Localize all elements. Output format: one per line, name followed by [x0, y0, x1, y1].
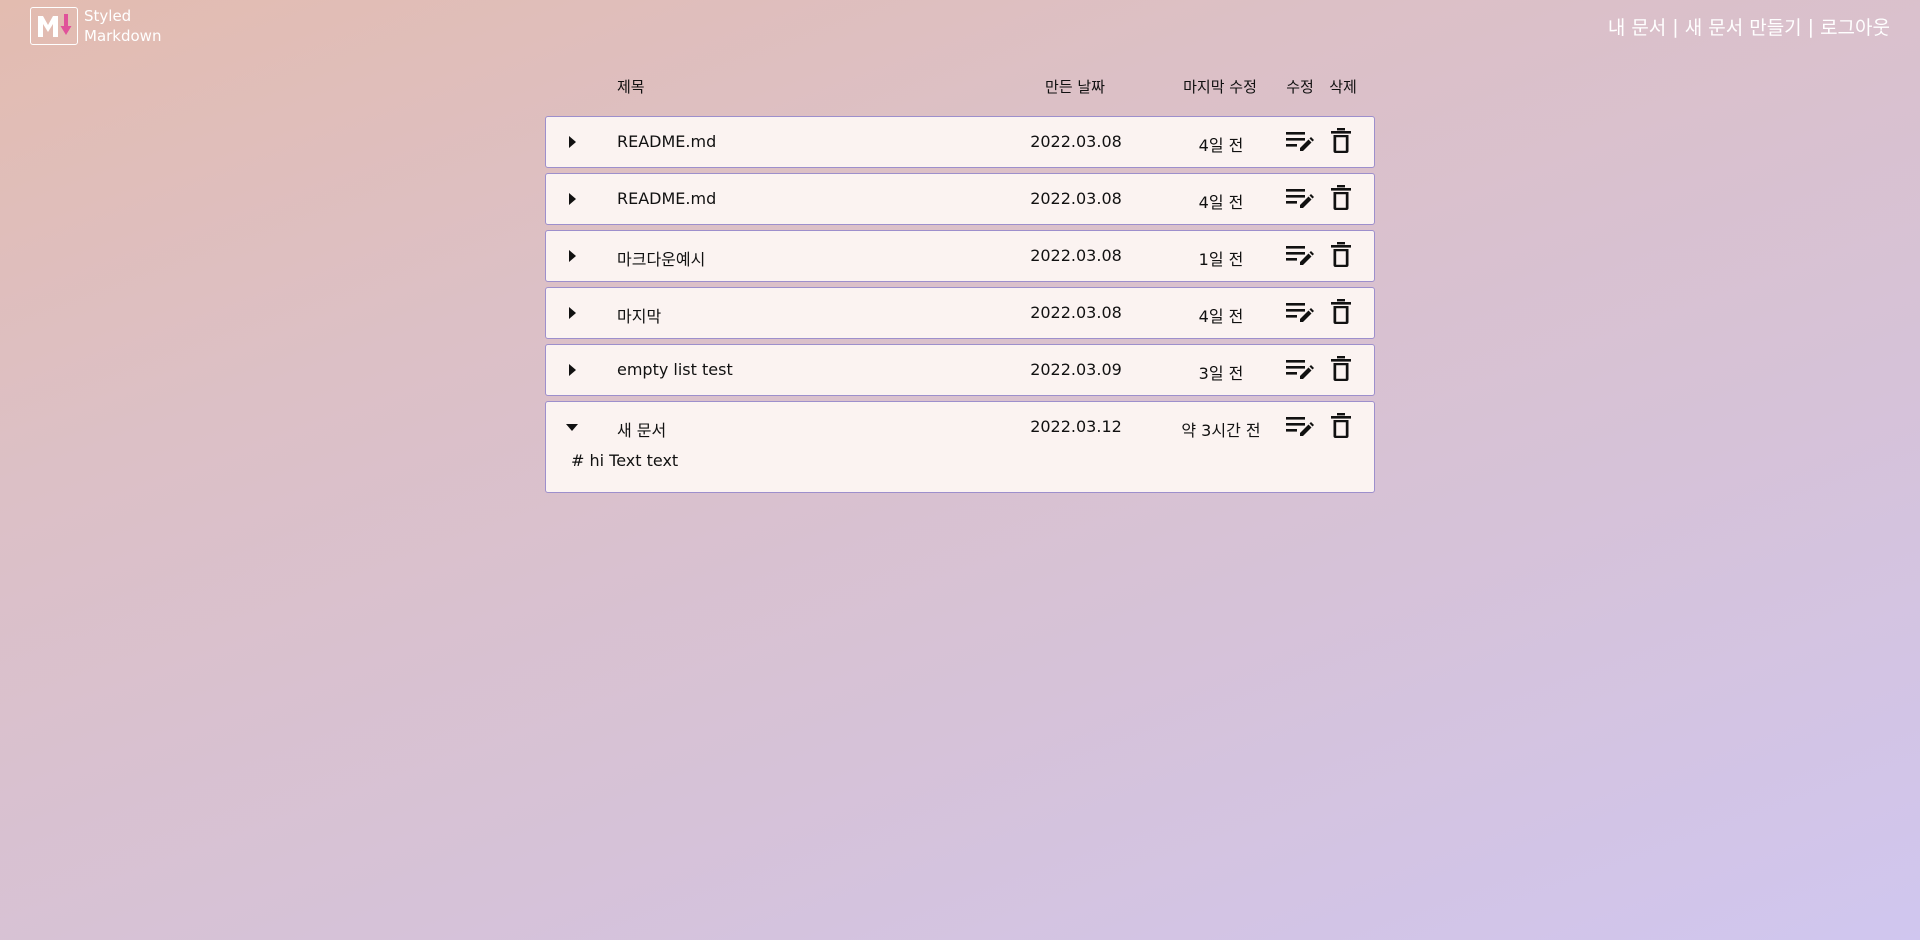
document-modified-time: 4일 전	[1198, 136, 1244, 155]
document-row[interactable]: README.md 2022.03.08 4일 전	[546, 117, 1374, 167]
document-title[interactable]: 마지막	[617, 303, 661, 327]
document-row[interactable]: README.md 2022.03.08 4일 전	[546, 174, 1374, 224]
document-modified-time: 4일 전	[1198, 307, 1244, 326]
caret-right-icon[interactable]	[562, 189, 582, 209]
logo-text-line1: Styled	[84, 7, 132, 25]
nav-my-documents-link[interactable]: 내 문서	[1608, 13, 1666, 40]
caret-right-icon[interactable]	[562, 132, 582, 152]
app-logo[interactable]: Styled Markdown	[30, 6, 161, 46]
markdown-logo-icon	[30, 7, 78, 45]
edit-note-icon[interactable]	[1286, 358, 1314, 382]
column-header-delete: 삭제	[1329, 78, 1357, 96]
caret-down-icon[interactable]	[562, 417, 582, 437]
document-card: empty list test 2022.03.09 3일 전	[545, 344, 1375, 396]
nav-separator: |	[1672, 15, 1679, 38]
caret-right-icon[interactable]	[562, 303, 582, 323]
document-row[interactable]: 새 문서 2022.03.12 약 3시간 전	[546, 402, 1374, 452]
document-preview: # hi Text text	[571, 451, 679, 470]
document-created-date: 2022.03.08	[1030, 246, 1122, 265]
document-title[interactable]: 새 문서	[617, 417, 666, 441]
document-title[interactable]: empty list test	[617, 360, 733, 379]
column-header-created: 만든 날짜	[1045, 78, 1105, 96]
edit-note-icon[interactable]	[1286, 301, 1314, 325]
document-modified-time: 약 3시간 전	[1181, 421, 1261, 440]
document-row[interactable]: empty list test 2022.03.09 3일 전	[546, 345, 1374, 395]
document-card: 마지막 2022.03.08 4일 전	[545, 287, 1375, 339]
document-card: 마크다운예시 2022.03.08 1일 전	[545, 230, 1375, 282]
document-row[interactable]: 마크다운예시 2022.03.08 1일 전	[546, 231, 1374, 281]
document-list-header: 제목 만든 날짜 마지막 수정 수정 삭제	[545, 74, 1375, 100]
document-title[interactable]: 마크다운예시	[617, 246, 705, 270]
edit-note-icon[interactable]	[1286, 415, 1314, 439]
column-header-edit: 수정	[1286, 78, 1314, 96]
column-header-modified: 마지막 수정	[1183, 78, 1257, 96]
document-created-date: 2022.03.08	[1030, 303, 1122, 322]
document-modified-time: 4일 전	[1198, 193, 1244, 212]
document-card: README.md 2022.03.08 4일 전	[545, 173, 1375, 225]
document-row[interactable]: 마지막 2022.03.08 4일 전	[546, 288, 1374, 338]
edit-note-icon[interactable]	[1286, 187, 1314, 211]
document-title[interactable]: README.md	[617, 132, 716, 151]
trash-icon[interactable]	[1330, 299, 1352, 325]
edit-note-icon[interactable]	[1286, 130, 1314, 154]
top-navigation: 내 문서 | 새 문서 만들기 | 로그아웃	[1608, 13, 1890, 40]
document-card: README.md 2022.03.08 4일 전	[545, 116, 1375, 168]
document-created-date: 2022.03.09	[1030, 360, 1122, 379]
trash-icon[interactable]	[1330, 356, 1352, 382]
edit-note-icon[interactable]	[1286, 244, 1314, 268]
nav-logout-link[interactable]: 로그아웃	[1820, 13, 1890, 40]
trash-icon[interactable]	[1330, 242, 1352, 268]
caret-right-icon[interactable]	[562, 360, 582, 380]
document-created-date: 2022.03.08	[1030, 189, 1122, 208]
caret-right-icon[interactable]	[562, 246, 582, 266]
nav-separator: |	[1807, 15, 1815, 38]
document-created-date: 2022.03.08	[1030, 132, 1122, 151]
logo-text-line2: Markdown	[84, 27, 162, 45]
document-title[interactable]: README.md	[617, 189, 716, 208]
document-created-date: 2022.03.12	[1030, 417, 1122, 436]
trash-icon[interactable]	[1330, 413, 1352, 439]
document-card: 새 문서 2022.03.12 약 3시간 전 # hi Text text	[545, 401, 1375, 493]
document-modified-time: 3일 전	[1198, 364, 1244, 383]
nav-new-document-link[interactable]: 새 문서 만들기	[1685, 13, 1802, 40]
document-modified-time: 1일 전	[1198, 250, 1244, 269]
trash-icon[interactable]	[1330, 128, 1352, 154]
trash-icon[interactable]	[1330, 185, 1352, 211]
document-list: 제목 만든 날짜 마지막 수정 수정 삭제 README.md 2022.03.…	[545, 74, 1375, 493]
column-header-title: 제목	[617, 78, 645, 96]
